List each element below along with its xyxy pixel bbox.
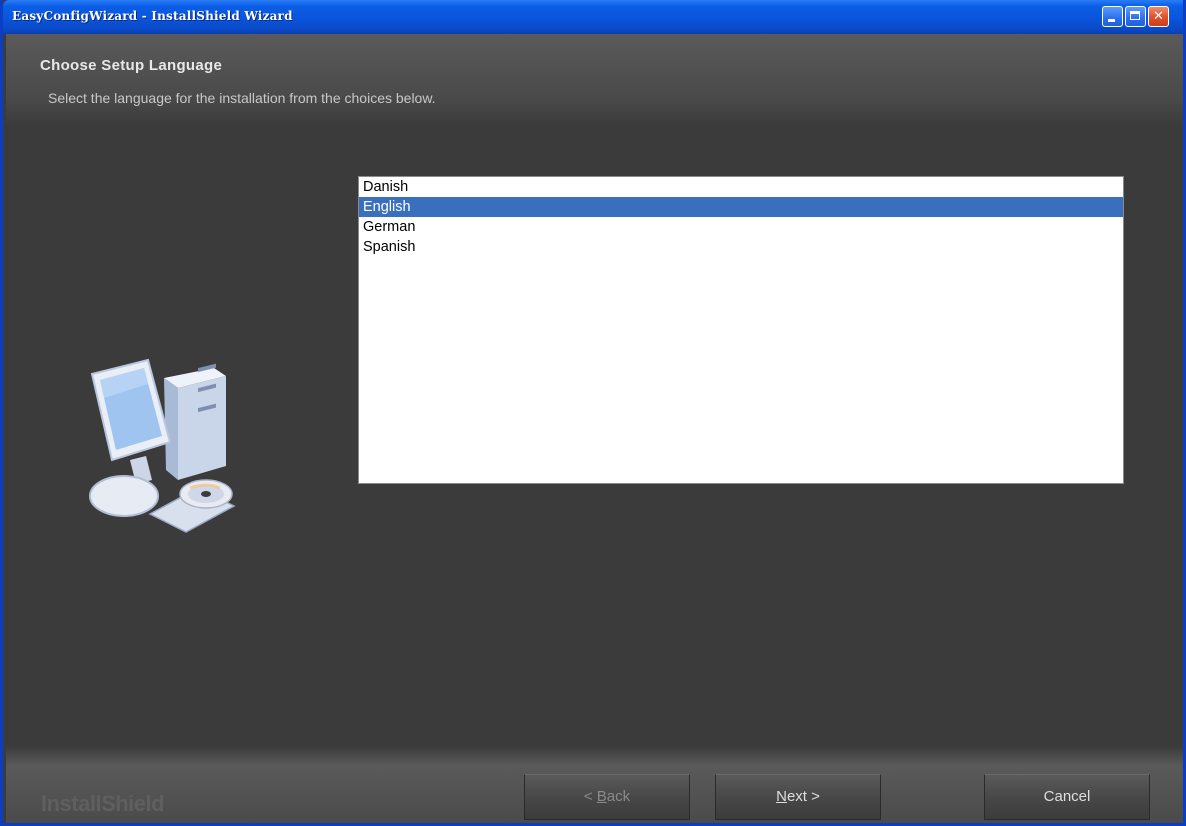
- close-icon: ✕: [1153, 9, 1164, 24]
- language-option-spanish[interactable]: Spanish: [359, 237, 1123, 257]
- back-button-label: ack: [606, 788, 631, 805]
- title-bar[interactable]: EasyConfigWizard - InstallShield Wizard …: [3, 0, 1183, 34]
- language-option-german[interactable]: German: [359, 217, 1123, 237]
- maximize-button[interactable]: [1125, 6, 1146, 27]
- back-button-prefix: <: [583, 788, 597, 805]
- next-button-label: ext >: [786, 788, 820, 805]
- back-button[interactable]: < Back: [524, 774, 690, 820]
- wizard-body: Danish English German Spanish: [6, 126, 1183, 746]
- maximize-icon: [1130, 11, 1140, 20]
- installshield-brand: InstallShield: [41, 791, 165, 816]
- cancel-button[interactable]: Cancel: [984, 774, 1150, 820]
- page-subtitle: Select the language for the installation…: [48, 90, 436, 106]
- cancel-button-label: Cancel: [1043, 788, 1091, 805]
- close-button[interactable]: ✕: [1148, 6, 1169, 27]
- back-button-mnemonic: B: [596, 788, 607, 805]
- language-option-english[interactable]: English: [359, 197, 1123, 217]
- next-button[interactable]: Next >: [715, 774, 881, 820]
- wizard-footer: InstallShield < Back Next > Cancel: [6, 746, 1183, 823]
- installer-window: EasyConfigWizard - InstallShield Wizard …: [0, 0, 1186, 826]
- language-listbox[interactable]: Danish English German Spanish: [358, 176, 1124, 484]
- language-option-danish[interactable]: Danish: [359, 177, 1123, 197]
- next-button-mnemonic: N: [776, 788, 787, 805]
- window-title: EasyConfigWizard - InstallShield Wizard: [12, 9, 293, 23]
- page-title: Choose Setup Language: [40, 57, 223, 74]
- minimize-button[interactable]: [1102, 6, 1123, 27]
- minimize-icon: [1108, 19, 1115, 22]
- computer-cd-illustration: [86, 356, 246, 541]
- wizard-header: Choose Setup Language Select the languag…: [6, 34, 1183, 126]
